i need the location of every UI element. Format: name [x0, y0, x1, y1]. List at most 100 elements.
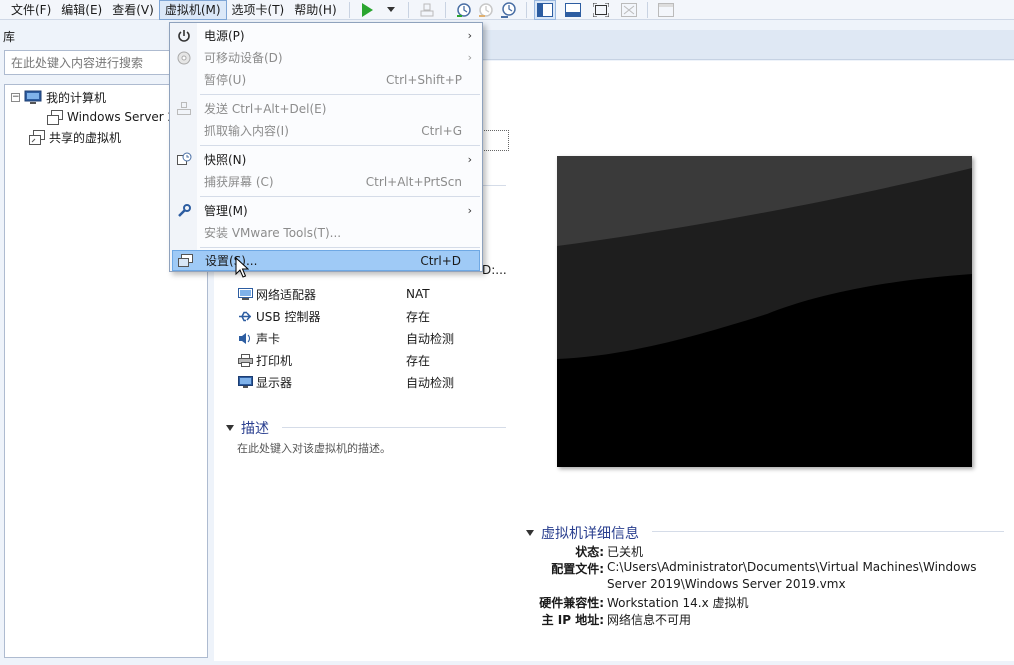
- detail-ip-value: 网络信息不可用: [607, 613, 692, 627]
- device-name: 打印机: [256, 353, 293, 368]
- detail-config-value-line2: Server 2019\Windows Server 2019.vmx: [607, 577, 846, 591]
- computer-icon: [24, 90, 42, 104]
- device-usb-controller[interactable]: USB 控制器 存在: [238, 306, 430, 326]
- power-icon: [178, 29, 190, 42]
- menu-file[interactable]: 文件(F): [6, 0, 56, 20]
- menu-item-label: 管理(M): [204, 204, 248, 218]
- power-dropdown-button[interactable]: [379, 0, 401, 20]
- menu-separator: [200, 196, 480, 197]
- menu-item-removable-devices[interactable]: 可移动设备(D) ›: [172, 47, 480, 68]
- thumbnail-bar-button[interactable]: [562, 0, 584, 20]
- printer-icon: [238, 353, 253, 367]
- display-icon: [238, 375, 253, 388]
- snapshot-manager-icon: [500, 1, 516, 18]
- menu-bar: 文件(F) 编辑(E) 查看(V) 虚拟机(M) 选项卡(T) 帮助(H): [0, 0, 1014, 20]
- usb-icon: [239, 311, 251, 321]
- revert-snapshot-button[interactable]: [475, 0, 497, 20]
- menu-view[interactable]: 查看(V): [107, 0, 159, 20]
- send-ctrl-alt-del-button[interactable]: [416, 0, 438, 20]
- device-printer[interactable]: 打印机 存在: [238, 350, 430, 370]
- toolbar-separator: [407, 1, 409, 18]
- menu-help[interactable]: 帮助(H): [289, 0, 341, 20]
- device-display[interactable]: 显示器 自动检测: [238, 372, 454, 392]
- vm-screen-preview[interactable]: [557, 156, 972, 467]
- device-value: 自动检测: [406, 331, 455, 346]
- unity-button[interactable]: [618, 0, 640, 20]
- menu-separator: [200, 247, 480, 248]
- device-name: 网络适配器: [256, 287, 317, 302]
- console-view-button[interactable]: [655, 0, 677, 20]
- snapshot-manager-button[interactable]: [497, 0, 519, 20]
- menu-item-shortcut: Ctrl+Alt+PrtScn: [365, 174, 462, 189]
- description-placeholder[interactable]: 在此处键入对该虚拟机的描述。: [237, 440, 391, 456]
- toolbar-separator: [348, 1, 350, 18]
- take-snapshot-button[interactable]: [453, 0, 475, 20]
- menu-item-label: 设置(S)...: [205, 254, 258, 268]
- tree-item-my-computer[interactable]: − 我的计算机: [11, 88, 106, 106]
- wrench-icon: [178, 203, 191, 217]
- power-on-button[interactable]: [357, 0, 379, 20]
- snapshot-clock-icon: [456, 2, 471, 17]
- focus-outline: [482, 130, 509, 151]
- thumbnail-view-icon: [564, 2, 581, 17]
- menu-item-label: 暂停(U): [204, 73, 247, 87]
- full-screen-button[interactable]: [590, 0, 612, 20]
- fullscreen-icon: [592, 2, 609, 17]
- snapshot-icon: [176, 152, 191, 165]
- detail-compat-value: Workstation 14.x 虚拟机: [607, 596, 749, 610]
- keyboard-icon: [177, 101, 191, 115]
- play-icon: [362, 2, 374, 17]
- menu-item-pause[interactable]: 暂停(U) Ctrl+Shift+P: [172, 69, 480, 90]
- menu-item-send-cad[interactable]: 发送 Ctrl+Alt+Del(E): [172, 98, 480, 119]
- tree-item-shared[interactable]: 共享的虚拟机: [29, 128, 121, 146]
- show-library-button[interactable]: [533, 0, 556, 20]
- details-section-header[interactable]: 虚拟机详细信息: [526, 523, 639, 543]
- toolbar-separator: [525, 1, 527, 18]
- menu-item-grab-input[interactable]: 抓取输入内容(I) Ctrl+G: [172, 120, 480, 141]
- menu-item-manage[interactable]: 管理(M) ›: [172, 200, 480, 221]
- search-placeholder: 在此处键入内容进行搜索: [11, 56, 144, 70]
- shared-vm-icon: [29, 129, 45, 145]
- menu-tabs[interactable]: 选项卡(T): [227, 0, 290, 20]
- menu-item-shortcut: Ctrl+Shift+P: [386, 72, 462, 87]
- menu-edit[interactable]: 编辑(E): [56, 0, 107, 20]
- device-value: NAT: [406, 287, 430, 301]
- menu-item-label: 发送 Ctrl+Alt+Del(E): [204, 102, 327, 116]
- submenu-arrow-icon: ›: [467, 29, 472, 42]
- disc-icon: [177, 51, 191, 64]
- menu-vm[interactable]: 虚拟机(M): [158, 0, 227, 20]
- device-sound-card[interactable]: 声卡 自动检测: [238, 328, 454, 348]
- section-divider: [282, 427, 506, 428]
- tree-item-label: 共享的虚拟机: [49, 130, 122, 145]
- device-value: 存在: [406, 309, 431, 324]
- collapse-icon[interactable]: −: [11, 92, 20, 102]
- menu-item-shortcut: Ctrl+G: [421, 123, 462, 138]
- submenu-arrow-icon: ›: [467, 51, 472, 64]
- menu-item-shortcut: Ctrl+D: [420, 253, 461, 268]
- description-section-header[interactable]: 描述: [226, 418, 269, 438]
- menu-item-power[interactable]: 电源(P) ›: [172, 25, 480, 46]
- sidebar-view-icon: [536, 2, 553, 17]
- menu-item-capture-screen[interactable]: 捕获屏幕 (C) Ctrl+Alt+PrtScn: [172, 171, 480, 192]
- menu-item-label: 抓取输入内容(I): [204, 124, 289, 138]
- unity-icon: [620, 2, 637, 17]
- menu-item-snapshot[interactable]: 快照(N) ›: [172, 149, 480, 170]
- menu-separator: [200, 145, 480, 146]
- network-adapter-icon: [238, 287, 253, 300]
- device-name: 声卡: [256, 331, 281, 346]
- preview-wallpaper: [557, 156, 972, 467]
- console-view-icon: [657, 2, 674, 17]
- section-divider: [652, 531, 1004, 532]
- menu-separator: [200, 94, 480, 95]
- menu-item-settings[interactable]: 设置(S)... Ctrl+D: [172, 250, 480, 271]
- menu-item-label: 捕获屏幕 (C): [204, 175, 274, 189]
- menu-item-install-tools[interactable]: 安装 VMware Tools(T)...: [172, 222, 480, 243]
- tree-item-label: 我的计算机: [46, 90, 107, 105]
- toolbar-separator: [646, 1, 648, 18]
- device-network-adapter[interactable]: 网络适配器 NAT: [238, 284, 430, 304]
- description-title: 描述: [241, 421, 269, 437]
- menu-item-label: 可移动设备(D): [204, 51, 283, 65]
- detail-status-value: 已关机: [607, 545, 644, 559]
- device-value: 自动检测: [406, 375, 455, 390]
- vm-icon: [47, 109, 63, 125]
